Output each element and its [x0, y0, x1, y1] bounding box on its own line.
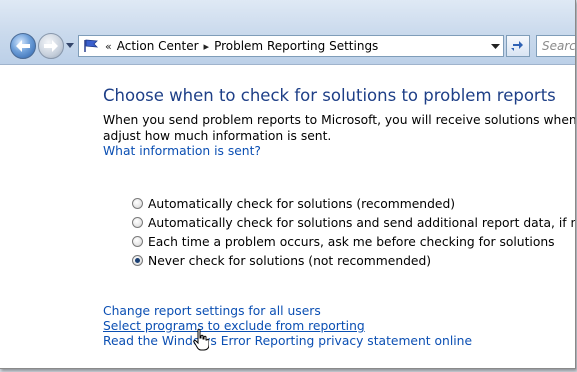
solution-check-options: Automatically check for solutions (recom…	[132, 194, 575, 270]
option-label[interactable]: Automatically check for solutions (recom…	[148, 197, 455, 211]
breadcrumb-separator[interactable]: ▸	[204, 40, 210, 53]
search-input[interactable]: Search	[536, 35, 575, 57]
page-title: Choose when to check for solutions to pr…	[103, 86, 556, 105]
related-links: Change report settings for all users Sel…	[103, 304, 472, 349]
address-bar[interactable]: « Action Center ▸ Problem Reporting Sett…	[78, 35, 504, 57]
forward-arrow-icon	[44, 40, 58, 52]
option-label[interactable]: Each time a problem occurs, ask me befor…	[148, 235, 555, 249]
refresh-button[interactable]	[506, 35, 530, 57]
back-button[interactable]	[10, 33, 36, 59]
refresh-icon	[511, 41, 523, 51]
main-content: Choose when to check for solutions to pr…	[0, 65, 575, 368]
breadcrumb-problem-reporting-settings[interactable]: Problem Reporting Settings	[214, 39, 378, 53]
recent-pages-dropdown[interactable]	[66, 42, 74, 50]
hand-pointer-icon	[193, 329, 209, 351]
privacy-statement-link[interactable]: Read the Windows Error Reporting privacy…	[103, 334, 472, 349]
description-line-1: When you send problem reports to Microso…	[103, 113, 576, 127]
window: « Action Center ▸ Problem Reporting Sett…	[0, 0, 576, 369]
change-report-settings-all-users-link[interactable]: Change report settings for all users	[103, 304, 472, 319]
option-never-check[interactable]: Never check for solutions (not recommend…	[132, 251, 575, 270]
option-ask-each-time[interactable]: Each time a problem occurs, ask me befor…	[132, 232, 575, 251]
page-description: When you send problem reports to Microso…	[103, 112, 576, 144]
breadcrumb-action-center[interactable]: Action Center	[117, 39, 199, 53]
option-label[interactable]: Automatically check for solutions and se…	[148, 216, 575, 230]
address-dropdown-chevron-down-icon[interactable]	[491, 42, 500, 50]
breadcrumb-overflow[interactable]: «	[105, 40, 112, 53]
back-arrow-icon	[16, 40, 30, 52]
chevron-down-icon	[66, 43, 74, 48]
option-label[interactable]: Never check for solutions (not recommend…	[148, 254, 431, 268]
forward-button[interactable]	[38, 33, 64, 59]
option-auto-check[interactable]: Automatically check for solutions (recom…	[132, 194, 575, 213]
action-center-flag-icon	[82, 38, 100, 54]
radio-button[interactable]	[132, 198, 143, 209]
radio-button[interactable]	[132, 217, 143, 228]
radio-button[interactable]	[132, 255, 143, 266]
option-auto-check-send-data[interactable]: Automatically check for solutions and se…	[132, 213, 575, 232]
radio-button[interactable]	[132, 236, 143, 247]
navigation-toolbar: « Action Center ▸ Problem Reporting Sett…	[0, 0, 575, 65]
what-information-is-sent-link[interactable]: What information is sent?	[103, 144, 261, 158]
description-line-2: adjust how much information is sent.	[103, 129, 332, 143]
exclude-programs-link[interactable]: Select programs to exclude from reportin…	[103, 319, 472, 334]
